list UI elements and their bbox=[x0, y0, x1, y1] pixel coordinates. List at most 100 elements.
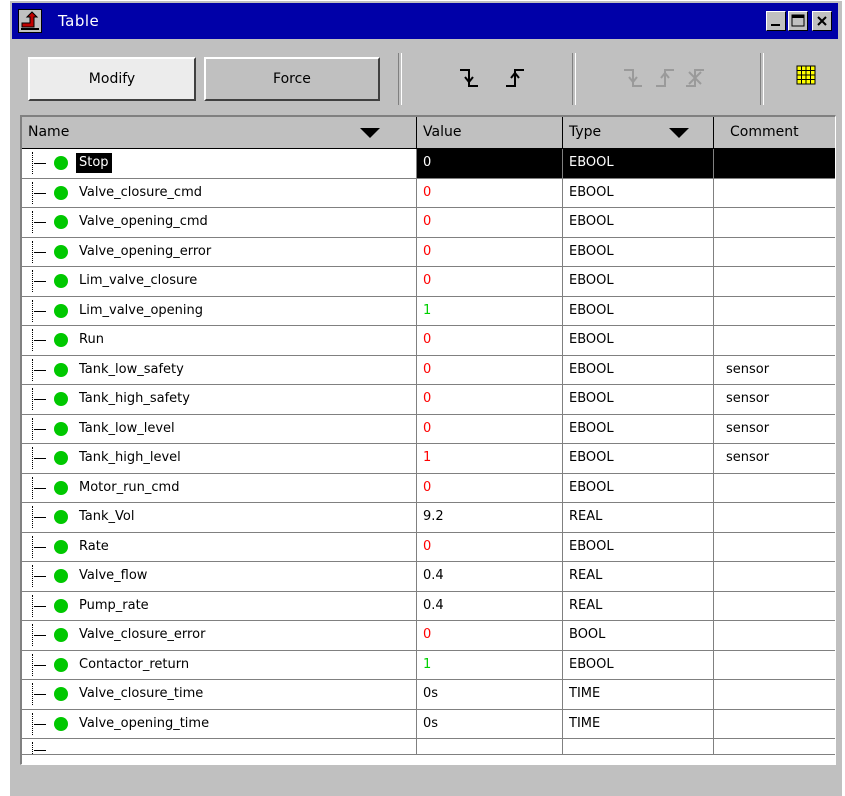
table-row[interactable]: Lim_valve_opening 1 EBOOL bbox=[22, 296, 835, 326]
comment-cell[interactable] bbox=[714, 208, 835, 237]
column-header-name[interactable]: Name bbox=[22, 117, 417, 148]
name-cell[interactable]: Valve_flow bbox=[22, 562, 417, 591]
comment-cell[interactable] bbox=[714, 179, 835, 208]
table-row[interactable]: Valve_flow 0.4 REAL bbox=[22, 562, 835, 592]
value-cell[interactable]: 0 bbox=[417, 149, 563, 178]
name-cell[interactable]: Run bbox=[22, 326, 417, 355]
comment-cell[interactable]: sensor bbox=[714, 385, 835, 414]
value-cell[interactable]: 0 bbox=[417, 473, 563, 502]
value-cell[interactable]: 1 bbox=[417, 650, 563, 679]
value-cell[interactable]: 0 bbox=[417, 355, 563, 384]
name-cell[interactable]: Lim_valve_closure bbox=[22, 267, 417, 296]
column-header-value[interactable]: Value bbox=[417, 117, 563, 148]
type-dropdown-icon[interactable] bbox=[669, 128, 689, 138]
rising-edge-icon[interactable] bbox=[504, 67, 526, 93]
value-cell[interactable]: 0 bbox=[417, 532, 563, 561]
name-cell[interactable]: Contactor_return bbox=[22, 650, 417, 679]
new-entry-name-cell[interactable] bbox=[22, 739, 417, 754]
table-row[interactable]: Rate 0 EBOOL bbox=[22, 532, 835, 562]
value-cell[interactable]: 1 bbox=[417, 296, 563, 325]
comment-cell[interactable]: sensor bbox=[714, 356, 835, 385]
type-cell[interactable]: EBOOL bbox=[563, 355, 714, 384]
value-cell[interactable]: 0.4 bbox=[417, 591, 563, 620]
type-cell[interactable]: EBOOL bbox=[563, 267, 714, 296]
table-row[interactable]: Tank_high_level 1 EBOOL sensor bbox=[22, 444, 835, 474]
table-row[interactable]: Pump_rate 0.4 REAL bbox=[22, 591, 835, 621]
new-entry-value-cell[interactable] bbox=[417, 739, 563, 754]
name-cell[interactable]: Valve_closure_cmd bbox=[22, 178, 417, 207]
type-cell[interactable]: EBOOL bbox=[563, 208, 714, 237]
table-row[interactable]: Valve_opening_cmd 0 EBOOL bbox=[22, 208, 835, 238]
table-row[interactable]: Tank_low_safety 0 EBOOL sensor bbox=[22, 355, 835, 385]
value-cell[interactable]: 0 bbox=[417, 267, 563, 296]
name-cell[interactable]: Stop bbox=[22, 149, 417, 178]
table-row[interactable]: Motor_run_cmd 0 EBOOL bbox=[22, 473, 835, 503]
force-rising-edge-icon[interactable] bbox=[654, 67, 676, 93]
value-cell[interactable]: 0 bbox=[417, 237, 563, 266]
type-cell[interactable]: EBOOL bbox=[563, 237, 714, 266]
comment-cell[interactable] bbox=[714, 503, 835, 532]
table-row[interactable]: Contactor_return 1 EBOOL bbox=[22, 650, 835, 680]
column-header-comment[interactable]: Comment bbox=[714, 117, 835, 148]
close-button[interactable] bbox=[812, 11, 832, 31]
table-row[interactable]: Tank_Vol 9.2 REAL bbox=[22, 503, 835, 533]
value-cell[interactable]: 0s bbox=[417, 709, 563, 738]
type-cell[interactable]: EBOOL bbox=[563, 473, 714, 502]
comment-cell[interactable] bbox=[714, 474, 835, 503]
comment-cell[interactable] bbox=[714, 562, 835, 591]
value-cell[interactable]: 0 bbox=[417, 208, 563, 237]
type-cell[interactable]: TIME bbox=[563, 680, 714, 709]
comment-cell[interactable]: sensor bbox=[714, 415, 835, 444]
value-cell[interactable]: 0 bbox=[417, 414, 563, 443]
name-cell[interactable]: Tank_high_safety bbox=[22, 385, 417, 414]
name-cell[interactable]: Tank_low_level bbox=[22, 414, 417, 443]
name-cell[interactable]: Valve_opening_cmd bbox=[22, 208, 417, 237]
name-cell[interactable]: Valve_closure_error bbox=[22, 621, 417, 650]
value-cell[interactable]: 1 bbox=[417, 444, 563, 473]
window-menu-icon[interactable] bbox=[18, 9, 42, 33]
type-cell[interactable]: BOOL bbox=[563, 621, 714, 650]
unforce-icon[interactable] bbox=[684, 67, 706, 93]
table-row[interactable]: Valve_closure_time 0s TIME bbox=[22, 680, 835, 710]
table-row[interactable]: Tank_high_safety 0 EBOOL sensor bbox=[22, 385, 835, 415]
type-cell[interactable]: EBOOL bbox=[563, 532, 714, 561]
grid-icon[interactable] bbox=[796, 65, 816, 89]
table-row[interactable]: Valve_closure_cmd 0 EBOOL bbox=[22, 178, 835, 208]
value-cell[interactable]: 0 bbox=[417, 178, 563, 207]
table-row[interactable]: Valve_closure_error 0 BOOL bbox=[22, 621, 835, 651]
value-cell[interactable]: 0s bbox=[417, 680, 563, 709]
name-cell[interactable]: Tank_Vol bbox=[22, 503, 417, 532]
name-cell[interactable]: Pump_rate bbox=[22, 591, 417, 620]
comment-cell[interactable] bbox=[714, 592, 835, 621]
comment-cell[interactable] bbox=[714, 651, 835, 680]
comment-cell[interactable] bbox=[714, 149, 835, 178]
falling-edge-icon[interactable] bbox=[458, 67, 480, 93]
comment-cell[interactable] bbox=[714, 680, 835, 709]
comment-cell[interactable] bbox=[714, 238, 835, 267]
type-cell[interactable]: EBOOL bbox=[563, 414, 714, 443]
comment-cell[interactable] bbox=[714, 267, 835, 296]
name-cell[interactable]: Lim_valve_opening bbox=[22, 296, 417, 325]
name-cell[interactable]: Tank_low_safety bbox=[22, 355, 417, 384]
table-row[interactable]: Lim_valve_closure 0 EBOOL bbox=[22, 267, 835, 297]
type-cell[interactable]: EBOOL bbox=[563, 149, 714, 178]
new-entry-type-cell[interactable] bbox=[563, 739, 714, 754]
name-cell[interactable]: Motor_run_cmd bbox=[22, 473, 417, 502]
sort-dropdown-icon[interactable] bbox=[360, 128, 380, 138]
type-cell[interactable]: EBOOL bbox=[563, 178, 714, 207]
type-cell[interactable]: REAL bbox=[563, 503, 714, 532]
name-cell[interactable]: Valve_closure_time bbox=[22, 680, 417, 709]
force-falling-edge-icon[interactable] bbox=[622, 67, 644, 93]
type-cell[interactable]: TIME bbox=[563, 709, 714, 738]
table-row[interactable]: Run 0 EBOOL bbox=[22, 326, 835, 356]
type-cell[interactable]: EBOOL bbox=[563, 650, 714, 679]
name-cell[interactable]: Tank_high_level bbox=[22, 444, 417, 473]
value-cell[interactable]: 0 bbox=[417, 621, 563, 650]
table-row[interactable]: Valve_opening_time 0s TIME bbox=[22, 709, 835, 739]
modify-button[interactable]: Modify bbox=[28, 57, 196, 101]
title-bar[interactable]: Table bbox=[12, 3, 838, 39]
type-cell[interactable]: EBOOL bbox=[563, 444, 714, 473]
type-cell[interactable]: EBOOL bbox=[563, 326, 714, 355]
table-row[interactable]: Tank_low_level 0 EBOOL sensor bbox=[22, 414, 835, 444]
comment-cell[interactable] bbox=[714, 533, 835, 562]
